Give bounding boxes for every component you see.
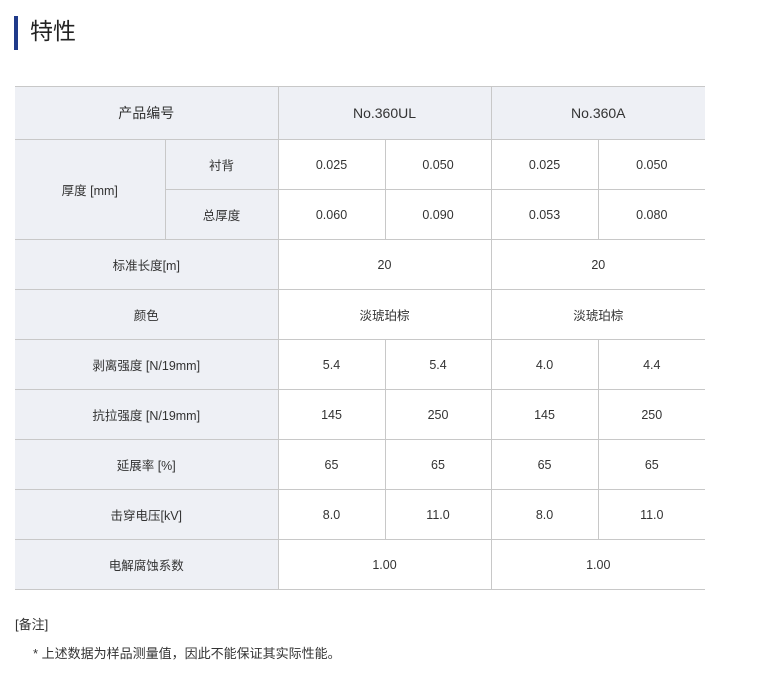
table-cell: 11.0	[597, 489, 706, 540]
table-cell: 0.053	[490, 189, 599, 240]
table-cell: 5.4	[384, 339, 492, 390]
table-cell: 淡琥珀棕	[490, 289, 706, 340]
elongation-label: 延展率 [%]	[15, 439, 279, 490]
table-cell: 1.00	[490, 539, 706, 590]
title-accent-bar	[14, 16, 18, 50]
table-cell: 145	[490, 389, 599, 440]
table-cell: 65	[490, 439, 599, 490]
table-cell: 0.025	[490, 139, 599, 190]
notes-title: [备注]	[15, 617, 49, 632]
table-cell: 65	[597, 439, 706, 490]
table-cell: 0.090	[384, 189, 492, 240]
notes-item: * 上述数据为样品测量值，因此不能保证其实际性能。	[33, 646, 341, 661]
length-label: 标准长度[m]	[15, 239, 279, 290]
table-row-elongation: 延展率 [%] 65 65 65 65	[15, 439, 706, 490]
table-row-peel: 剥离强度 [N/19mm] 5.4 5.4 4.0 4.4	[15, 339, 706, 390]
table-cell: 8.0	[490, 489, 599, 540]
table-row-corrosion: 电解腐蚀系数 1.00 1.00	[15, 539, 706, 590]
table-cell: 0.025	[277, 139, 386, 190]
table-cell: 0.050	[384, 139, 492, 190]
tensile-label: 抗拉强度 [N/19mm]	[15, 389, 279, 440]
table-cell: 145	[277, 389, 386, 440]
table-cell: 4.4	[597, 339, 706, 390]
table-cell: 65	[277, 439, 386, 490]
corrosion-label: 电解腐蚀系数	[15, 539, 279, 590]
table-cell: 20	[490, 239, 706, 290]
color-label: 颜色	[15, 289, 279, 340]
table-cell: 8.0	[277, 489, 386, 540]
table-cell: 4.0	[490, 339, 599, 390]
product-number-header: 产品编号	[15, 86, 279, 140]
table-row-color: 颜色 淡琥珀棕 淡琥珀棕	[15, 289, 706, 340]
table-cell: 250	[384, 389, 492, 440]
section-title: 特性	[30, 19, 76, 45]
table-cell: 淡琥珀棕	[277, 289, 492, 340]
table-cell: 0.060	[277, 189, 386, 240]
product-360a-header: No.360A	[490, 86, 706, 140]
table-header-row: 产品编号 No.360UL No.360A	[15, 86, 706, 140]
table-row-breakdown: 击穿电压[kV] 8.0 11.0 8.0 11.0	[15, 489, 706, 540]
total-thickness-label: 总厚度	[165, 189, 279, 240]
table-cell: 250	[597, 389, 706, 440]
table-cell: 0.050	[597, 139, 706, 190]
table-row-length: 标准长度[m] 20 20	[15, 239, 706, 290]
spec-table: 产品编号 No.360UL No.360A 厚度 [mm] 衬背 0.025 0…	[15, 86, 706, 590]
table-row-tensile: 抗拉强度 [N/19mm] 145 250 145 250	[15, 389, 706, 440]
breakdown-label: 击穿电压[kV]	[15, 489, 279, 540]
table-cell: 0.080	[597, 189, 706, 240]
table-cell: 5.4	[277, 339, 386, 390]
product-360ul-header: No.360UL	[277, 86, 492, 140]
table-cell: 1.00	[277, 539, 492, 590]
table-row-backing: 厚度 [mm] 衬背 0.025 0.050 0.025 0.050	[15, 139, 706, 240]
table-cell: 20	[277, 239, 492, 290]
table-cell: 11.0	[384, 489, 492, 540]
table-cell: 65	[384, 439, 492, 490]
thickness-label: 厚度 [mm]	[15, 139, 166, 240]
backing-label: 衬背	[164, 139, 279, 190]
peel-label: 剥离强度 [N/19mm]	[15, 339, 279, 390]
